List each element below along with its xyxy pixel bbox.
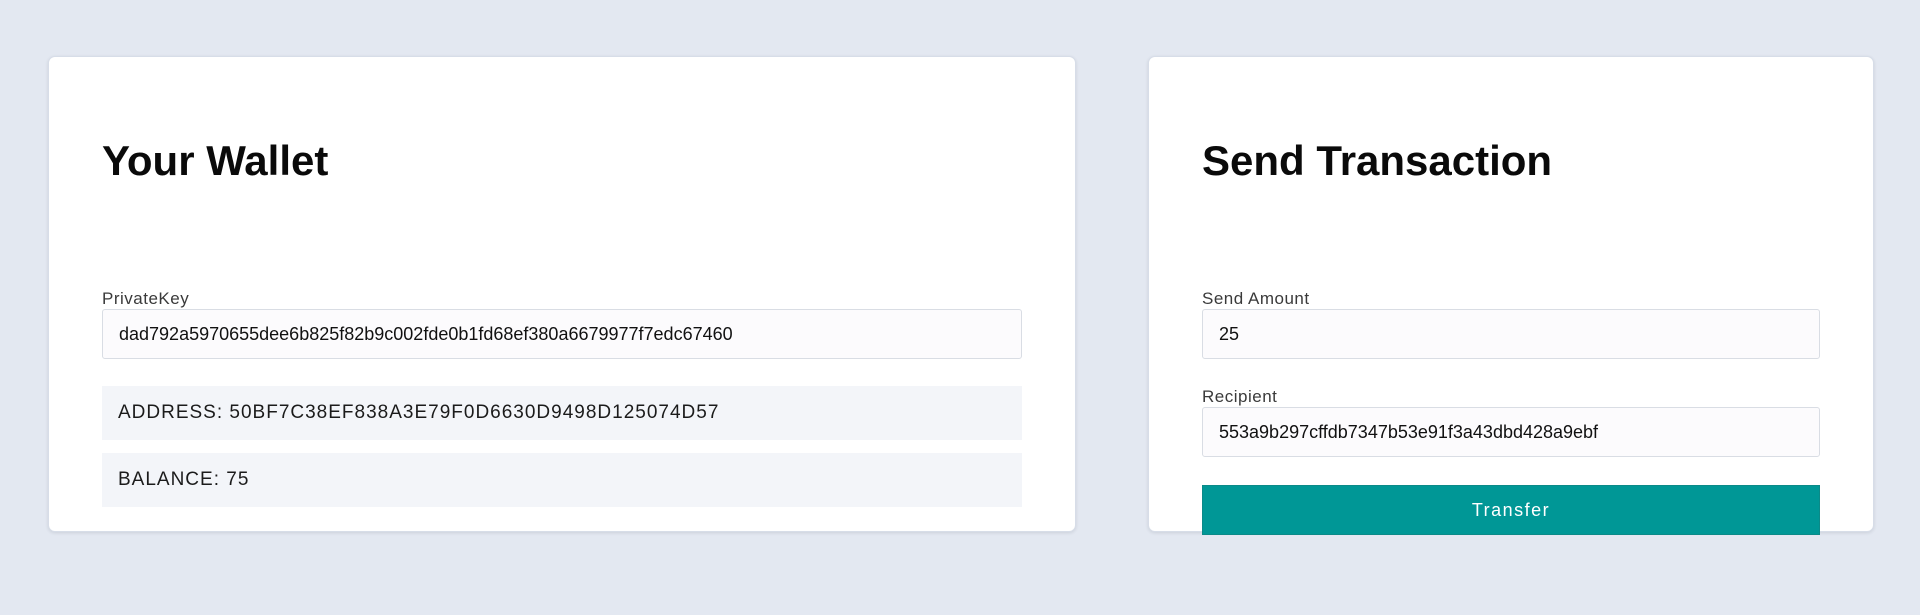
send-transaction-card-content: Send Transaction Send Amount Recipient T…: [1202, 57, 1820, 535]
send-transaction-card: Send Transaction Send Amount Recipient T…: [1148, 56, 1874, 535]
wallet-title: Your Wallet: [102, 137, 329, 184]
private-key-input[interactable]: [102, 309, 1022, 359]
recipient-label: Recipient: [1202, 387, 1278, 406]
address-display: ADDRESS: 50BF7C38EF838A3E79F0D6630D9498D…: [102, 386, 1022, 440]
address-text: ADDRESS: 50BF7C38EF838A3E79F0D6630D9498D…: [118, 402, 720, 423]
private-key-label: PrivateKey: [102, 289, 190, 308]
send-transaction-title: Send Transaction: [1202, 137, 1553, 184]
wallet-card-content: Your Wallet PrivateKey ADDRESS: 50BF7C38…: [102, 57, 1022, 531]
balance-display: BALANCE: 75: [102, 453, 1022, 507]
send-amount-input[interactable]: [1202, 309, 1820, 359]
recipient-input[interactable]: [1202, 407, 1820, 457]
balance-text: BALANCE: 75: [118, 469, 250, 490]
page: Your Wallet PrivateKey ADDRESS: 50BF7C38…: [0, 0, 1920, 615]
transfer-button[interactable]: Transfer: [1202, 485, 1820, 535]
wallet-card: Your Wallet PrivateKey ADDRESS: 50BF7C38…: [48, 56, 1076, 532]
send-amount-label: Send Amount: [1202, 289, 1310, 308]
